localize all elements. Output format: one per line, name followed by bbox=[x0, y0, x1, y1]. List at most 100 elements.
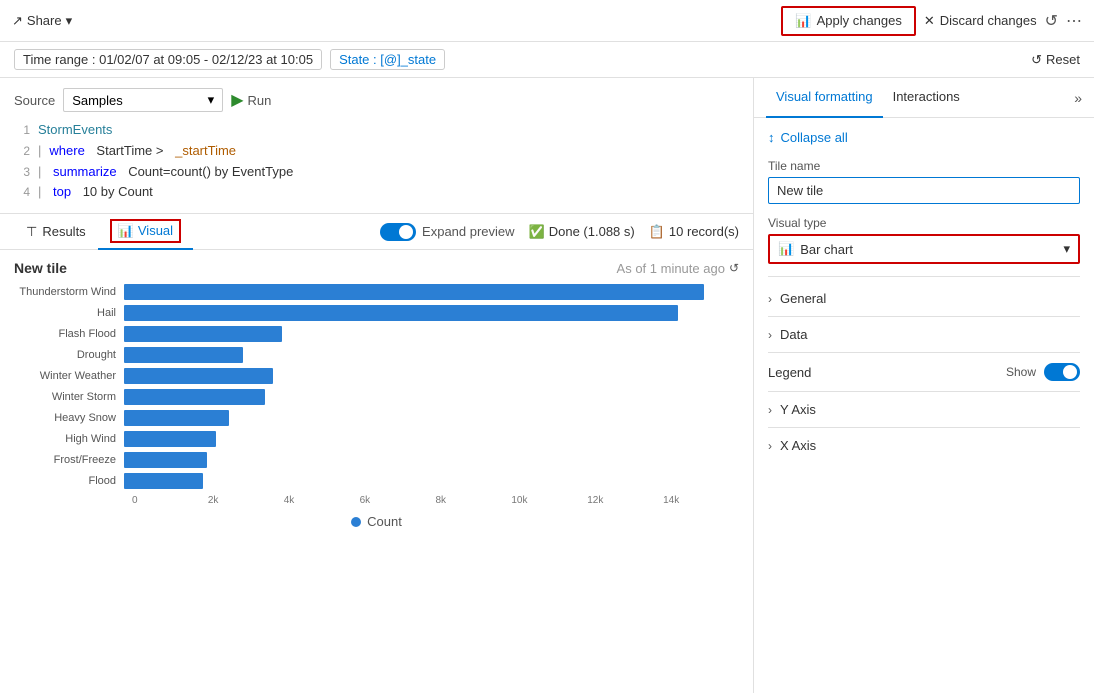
interactions-label: Interactions bbox=[893, 89, 960, 104]
records-icon: 📋 bbox=[649, 224, 665, 240]
expand-preview-switch[interactable] bbox=[380, 223, 416, 241]
collapse-all-button[interactable]: ↕ Collapse all bbox=[768, 130, 848, 145]
discard-changes-button[interactable]: ✕ Discard changes bbox=[924, 13, 1037, 29]
check-icon: ✅ bbox=[529, 224, 545, 240]
run-button[interactable]: ▶ Run bbox=[231, 90, 271, 110]
bar-fill bbox=[124, 368, 273, 384]
state-filter[interactable]: State : [@]_state bbox=[330, 49, 445, 70]
bar-label: Winter Weather bbox=[14, 370, 124, 382]
expand-preview-toggle: Expand preview bbox=[380, 223, 515, 241]
records-badge: 📋 10 record(s) bbox=[649, 224, 739, 240]
toolbar-right: 📊 Apply changes ✕ Discard changes ↺ ⋯ bbox=[781, 6, 1082, 36]
more-options-button[interactable]: ⋯ bbox=[1066, 11, 1082, 31]
reset-icon: ↺ bbox=[1031, 52, 1042, 68]
chevron-down-icon: ▾ bbox=[66, 13, 73, 29]
bar-fill bbox=[124, 389, 265, 405]
y-axis-label: Y Axis bbox=[780, 402, 816, 417]
x-tick: 6k bbox=[360, 495, 436, 506]
y-axis-section[interactable]: › Y Axis bbox=[768, 392, 1080, 428]
apply-changes-label: Apply changes bbox=[817, 13, 902, 28]
bar-track bbox=[124, 305, 739, 321]
bar-fill bbox=[124, 284, 704, 300]
bar-label: Hail bbox=[14, 307, 124, 319]
bar-label: High Wind bbox=[14, 433, 124, 445]
bar-row: High Wind bbox=[14, 431, 739, 447]
chart-title: New tile bbox=[14, 260, 67, 276]
time-range-filter[interactable]: Time range : 01/02/07 at 09:05 - 02/12/2… bbox=[14, 49, 322, 70]
legend-label: Count bbox=[367, 514, 402, 529]
filter-bar-left: Time range : 01/02/07 at 09:05 - 02/12/2… bbox=[14, 49, 445, 70]
expand-panel-button[interactable]: » bbox=[1074, 90, 1082, 106]
bar-fill bbox=[124, 473, 203, 489]
bar-row: Heavy Snow bbox=[14, 410, 739, 426]
data-section[interactable]: › Data bbox=[768, 317, 1080, 353]
show-label: Show bbox=[1006, 365, 1036, 379]
bar-fill bbox=[124, 305, 678, 321]
bar-chart: Thunderstorm Wind Hail Flash Flood Droug… bbox=[14, 284, 739, 506]
data-chevron-icon: › bbox=[768, 328, 772, 342]
bar-row: Winter Weather bbox=[14, 368, 739, 384]
expand-preview-label: Expand preview bbox=[422, 224, 515, 239]
data-label: Data bbox=[780, 327, 807, 342]
tabs-right: Expand preview ✅ Done (1.088 s) 📋 10 rec… bbox=[380, 223, 739, 241]
right-panel-tabs: Visual formatting Interactions » bbox=[754, 78, 1094, 118]
bar-row: Flood bbox=[14, 473, 739, 489]
tab-interactions[interactable]: Interactions bbox=[883, 78, 970, 118]
bar-track bbox=[124, 326, 739, 342]
collapse-icon: ↕ bbox=[768, 130, 775, 145]
visual-tab-label: Visual bbox=[138, 223, 173, 238]
apply-changes-button[interactable]: 📊 Apply changes bbox=[781, 6, 915, 36]
visual-tab-border: 📊 Visual bbox=[110, 219, 181, 243]
code-line-2: 2 | where StartTime > _startTime bbox=[14, 141, 753, 162]
legend-toggle[interactable] bbox=[1044, 363, 1080, 381]
reset-label: Reset bbox=[1046, 52, 1080, 67]
tab-visual-formatting[interactable]: Visual formatting bbox=[766, 78, 883, 118]
chart-timestamp: As of 1 minute ago ↺ bbox=[617, 261, 739, 276]
records-label: 10 record(s) bbox=[669, 224, 739, 239]
refresh-chart-button[interactable]: ↺ bbox=[729, 261, 739, 275]
general-section[interactable]: › General bbox=[768, 281, 1080, 317]
main-content: Source Samples ▾ ▶ Run 1 StormEvents 2 | bbox=[0, 78, 1094, 693]
bar-label: Heavy Snow bbox=[14, 412, 124, 424]
visual-type-value: Bar chart bbox=[800, 242, 853, 257]
legend-section: Legend Show bbox=[768, 353, 1080, 392]
close-icon: ✕ bbox=[924, 13, 935, 29]
source-dropdown[interactable]: Samples ▾ bbox=[63, 88, 223, 112]
filter-bar: Time range : 01/02/07 at 09:05 - 02/12/2… bbox=[0, 42, 1094, 78]
bar-fill bbox=[124, 431, 216, 447]
bar-fill bbox=[124, 347, 243, 363]
bar-row: Frost/Freeze bbox=[14, 452, 739, 468]
bar-label: Flash Flood bbox=[14, 328, 124, 340]
toolbar-left: ↗ Share ▾ bbox=[12, 13, 72, 29]
x-tick: 10k bbox=[511, 495, 587, 506]
refresh-button[interactable]: ↺ bbox=[1045, 11, 1058, 31]
bar-fill bbox=[124, 326, 282, 342]
chevron-down-icon: ▾ bbox=[208, 92, 215, 108]
results-tab-label: Results bbox=[42, 224, 85, 239]
share-label: Share bbox=[27, 13, 62, 28]
code-editor[interactable]: 1 StormEvents 2 | where StartTime > _sta… bbox=[0, 118, 753, 207]
bar-label: Thunderstorm Wind bbox=[14, 286, 124, 298]
share-button[interactable]: ↗ Share ▾ bbox=[12, 13, 72, 29]
x-tick: 12k bbox=[587, 495, 663, 506]
tab-visual[interactable]: 📊 Visual bbox=[98, 214, 193, 250]
tile-name-input[interactable] bbox=[768, 177, 1080, 204]
share-icon: ↗ bbox=[12, 13, 23, 29]
tab-results[interactable]: ⊤ Results bbox=[14, 214, 98, 250]
source-value: Samples bbox=[72, 93, 123, 108]
apply-changes-icon: 📊 bbox=[795, 13, 811, 29]
query-editor: Source Samples ▾ ▶ Run 1 StormEvents 2 | bbox=[0, 78, 753, 214]
general-label: General bbox=[780, 291, 826, 306]
general-chevron-icon: › bbox=[768, 292, 772, 306]
time-range-label: Time range : 01/02/07 at 09:05 - 02/12/2… bbox=[23, 52, 313, 67]
x-tick: 2k bbox=[208, 495, 284, 506]
x-axis-section[interactable]: › X Axis bbox=[768, 428, 1080, 463]
bar-track bbox=[124, 473, 739, 489]
reset-button[interactable]: ↺ Reset bbox=[1031, 52, 1080, 68]
bar-label: Winter Storm bbox=[14, 391, 124, 403]
tabs-row: ⊤ Results 📊 Visual Expand preview ✅ Done… bbox=[0, 214, 753, 250]
done-label: Done (1.088 s) bbox=[549, 224, 635, 239]
x-tick: 0 bbox=[132, 495, 208, 506]
visual-type-dropdown[interactable]: 📊 Bar chart ▾ bbox=[768, 234, 1080, 264]
code-line-4: 4 | top 10 by Count bbox=[14, 182, 753, 203]
